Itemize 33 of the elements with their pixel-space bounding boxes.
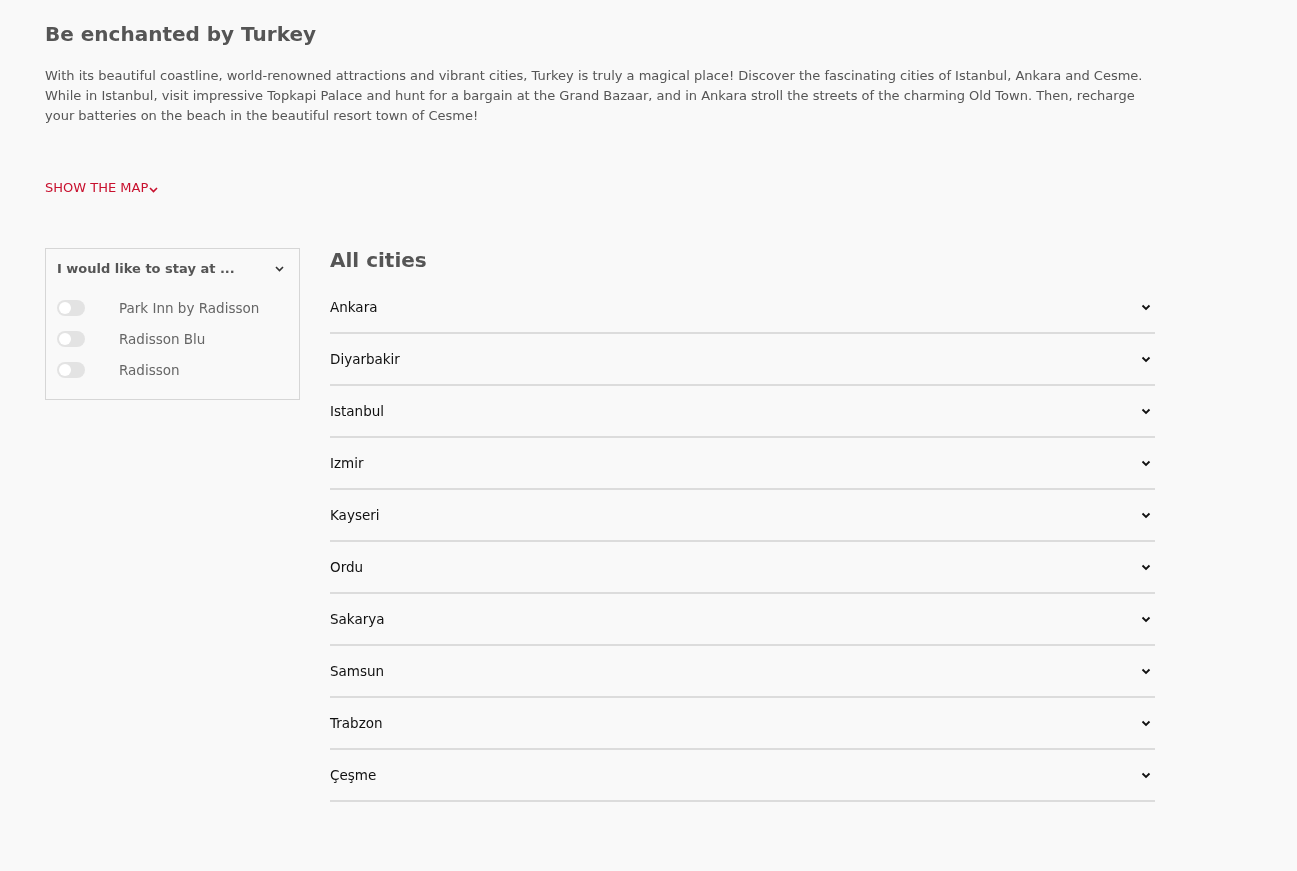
chevron-down-icon	[1141, 355, 1151, 363]
chevron-down-icon	[1141, 563, 1151, 571]
city-accordion-row[interactable]: Kayseri	[330, 490, 1155, 542]
chevron-down-icon	[1141, 615, 1151, 623]
city-accordion-row[interactable]: Ankara	[330, 282, 1155, 334]
toggle-switch[interactable]	[57, 361, 85, 378]
chevron-down-icon[interactable]	[275, 265, 284, 272]
show-map-link[interactable]: SHOW THE MAP	[45, 180, 159, 195]
city-accordion-row[interactable]: Trabzon	[330, 698, 1155, 750]
chevron-down-icon	[1141, 511, 1151, 519]
city-accordion-row[interactable]: Çeşme	[330, 750, 1155, 802]
intro-paragraph: With its beautiful coastline, world-renowned attractions and vibrant cities, Turkey is truly a magical place! Discover the fascinating cities of Istanbul, Ankara and Cesme. While in Istanbul, visit impressive Topkapi Palace and hunt for a bargain at the Grand Bazaar, and in Ankara stroll the streets of the charming Old Town. Then, recharge your batteries on the beach in the beautiful resort town of Cesme!	[45, 67, 1144, 125]
chevron-down-icon	[1141, 667, 1151, 675]
toggle-switch[interactable]	[57, 299, 85, 316]
hotel-brand-label: Park Inn by Radisson	[119, 299, 260, 316]
hotel-brand-label: Radisson	[119, 361, 180, 378]
city-accordion-row[interactable]: Samsun	[330, 646, 1155, 698]
chevron-down-icon	[1141, 459, 1151, 467]
cities-heading: All cities	[330, 248, 428, 272]
page-title: Be enchanted by Turkey	[45, 22, 318, 46]
filter-title: I would like to stay at ...	[57, 261, 235, 276]
chevron-down-icon	[1141, 303, 1151, 311]
chevron-down-icon	[1141, 719, 1151, 727]
city-accordion-row[interactable]: Izmir	[330, 438, 1155, 490]
hotel-brand-label: Radisson Blu	[119, 330, 206, 347]
chevron-down-icon	[149, 186, 159, 193]
chevron-down-icon	[1141, 407, 1151, 415]
city-accordion-row[interactable]: Istanbul	[330, 386, 1155, 438]
chevron-down-icon	[1141, 771, 1151, 779]
city-accordion-row[interactable]: Ordu	[330, 542, 1155, 594]
toggle-switch[interactable]	[57, 330, 85, 347]
city-accordion-row[interactable]: Sakarya	[330, 594, 1155, 646]
city-accordion-row[interactable]: Diyarbakir	[330, 334, 1155, 386]
